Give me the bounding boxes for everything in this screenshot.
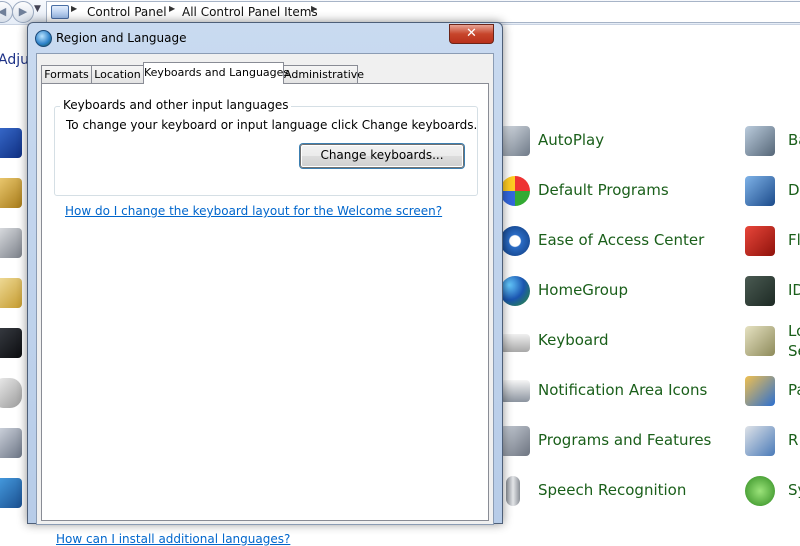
location-sensors-link[interactable]: Lo <box>788 322 800 340</box>
flash-player-link[interactable]: Fl <box>788 231 800 249</box>
keyboard-icon <box>500 334 530 352</box>
group-title: Keyboards and other input languages <box>60 98 292 112</box>
tab-administrative[interactable]: Administrative <box>283 65 364 83</box>
keyboard-link[interactable]: Keyboard <box>538 331 609 349</box>
region-language-dialog: Region and Language ✕ Formats Location K… <box>27 22 503 546</box>
ease-of-access-link[interactable]: Ease of Access Center <box>538 231 704 249</box>
phone-modem-icon[interactable] <box>0 428 22 458</box>
recovery-icon <box>745 426 775 456</box>
programs-features-icon <box>500 426 530 456</box>
homegroup-icon <box>500 276 530 306</box>
group-description: To change your keyboard or input languag… <box>66 118 478 132</box>
parental-controls-link[interactable]: Pa <box>788 381 800 399</box>
recent-pages-dropdown-icon[interactable]: ▼ <box>34 4 41 14</box>
idt-audio-link[interactable]: ID <box>788 281 800 299</box>
programs-features-link[interactable]: Programs and Features <box>538 431 711 449</box>
fonts-icon[interactable] <box>0 278 22 308</box>
location-sensors-link-line2[interactable]: Se <box>788 342 800 360</box>
breadcrumb[interactable]: ▶ Control Panel ▶ All Control Panel Item… <box>46 1 800 23</box>
location-sensors-icon <box>745 326 775 356</box>
dialog-client-area: Formats Location Keyboards and Languages… <box>36 53 494 546</box>
tab-location[interactable]: Location <box>91 65 144 83</box>
flash-player-icon <box>745 226 775 256</box>
sync-center-icon[interactable] <box>0 478 22 508</box>
control-panel-icon <box>51 5 69 19</box>
desktop-gadgets-icon <box>745 176 775 206</box>
autoplay-link[interactable]: AutoPlay <box>538 131 604 149</box>
notification-area-icon <box>500 380 530 402</box>
backup-safe-icon[interactable] <box>0 178 22 208</box>
change-keyboards-button[interactable]: Change keyboards... <box>300 144 464 168</box>
chevron-right-icon[interactable]: ▶ <box>311 4 317 13</box>
notification-area-link[interactable]: Notification Area Icons <box>538 381 707 399</box>
devices-printers-icon[interactable] <box>0 228 22 258</box>
speech-recognition-icon <box>506 476 520 506</box>
tab-keyboards-and-languages[interactable]: Keyboards and Languages <box>143 62 289 84</box>
close-button[interactable]: ✕ <box>449 24 494 44</box>
backup-restore-icon <box>745 126 775 156</box>
action-center-flag-icon[interactable] <box>0 128 22 158</box>
default-programs-icon <box>500 176 530 206</box>
idt-audio-icon <box>745 276 775 306</box>
install-languages-link[interactable]: How can I install additional languages? <box>56 532 290 546</box>
backup-restore-link[interactable]: Ba <box>788 131 800 149</box>
keyboards-languages-panel: Keyboards and other input languages To c… <box>41 83 489 546</box>
breadcrumb-item-all-items[interactable]: All Control Panel Items <box>182 5 318 19</box>
desktop-gadgets-link[interactable]: D <box>788 181 800 199</box>
sync-center-link[interactable]: Sy <box>788 481 800 499</box>
input-languages-group: Keyboards and other input languages To c… <box>54 98 478 196</box>
homegroup-link[interactable]: HomeGroup <box>538 281 628 299</box>
globe-icon <box>35 30 52 47</box>
speech-recognition-link[interactable]: Speech Recognition <box>538 481 686 499</box>
chevron-right-icon[interactable]: ▶ <box>71 4 77 13</box>
forward-button[interactable]: ▶ <box>12 1 34 23</box>
sync-center-icon <box>745 476 775 506</box>
breadcrumb-item-control-panel[interactable]: Control Panel <box>87 5 167 19</box>
chevron-right-icon[interactable]: ▶ <box>169 4 175 13</box>
recovery-link[interactable]: R <box>788 431 798 449</box>
welcome-screen-keyboard-link[interactable]: How do I change the keyboard layout for … <box>65 204 442 218</box>
ease-of-access-icon <box>500 226 530 256</box>
page-heading: Adju <box>0 52 29 68</box>
mouse-icon[interactable] <box>0 378 22 408</box>
tab-formats[interactable]: Formats <box>41 65 92 83</box>
default-programs-link[interactable]: Default Programs <box>538 181 669 199</box>
parental-controls-icon <box>745 376 775 406</box>
display-monitor-icon[interactable] <box>0 328 22 358</box>
autoplay-icon <box>500 126 530 156</box>
dialog-title: Region and Language <box>56 31 187 45</box>
